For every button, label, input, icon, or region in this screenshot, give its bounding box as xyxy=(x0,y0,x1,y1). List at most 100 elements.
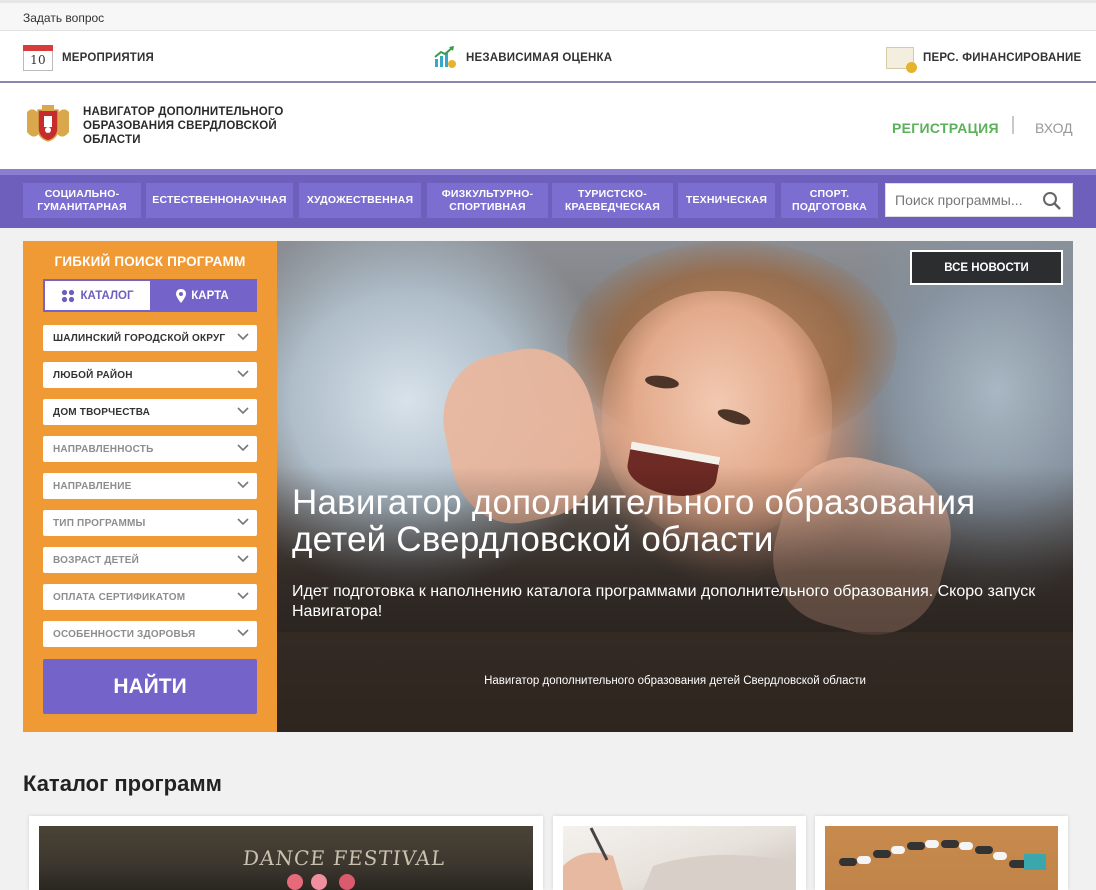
nav-item-label: ТЕХНИЧЕСКАЯ xyxy=(685,194,768,206)
site-header: НАВИГАТОР ДОПОЛНИТЕЛЬНОГО ОБРАЗОВАНИЯ СВ… xyxy=(0,84,1096,169)
select-value: ВОЗРАСТ ДЕТЕЙ xyxy=(53,554,139,566)
catalog-title: Каталог программ xyxy=(23,771,222,796)
hero-title: Навигатор дополнительного образования де… xyxy=(292,483,976,559)
nav-item-social-humanitarian[interactable]: СОЦИАЛЬНО- ГУМАНИТАРНАЯ xyxy=(23,183,141,218)
program-card-image xyxy=(563,826,796,890)
photo-figure xyxy=(925,840,939,848)
search-input[interactable] xyxy=(895,192,1045,208)
photo-figure xyxy=(873,850,891,858)
personal-funding-label: ПЕРС. ФИНАНСИРОВАНИЕ xyxy=(923,52,1082,64)
direction-select[interactable]: НАПРАВЛЕНИЕ xyxy=(43,473,257,499)
category-nav-top-strip xyxy=(0,169,1096,175)
select-value: ДОМ ТВОРЧЕСТВА xyxy=(53,406,151,418)
flexible-search-panel: ГИБКИЙ ПОИСК ПРОГРАММ КАТАЛОГ КАРТА ШАЛИ… xyxy=(23,241,277,732)
ask-question-link[interactable]: Задать вопрос xyxy=(23,11,104,25)
chart-growth-icon xyxy=(433,45,457,72)
program-card-image: DANCE FESTIVAL xyxy=(39,826,533,890)
login-link[interactable]: ВХОД xyxy=(1035,120,1073,136)
events-label: МЕРОПРИЯТИЯ xyxy=(62,52,154,64)
hero-caption: Навигатор дополнительного образования де… xyxy=(484,675,866,687)
register-link[interactable]: РЕГИСТРАЦИЯ xyxy=(892,120,999,136)
district-select[interactable]: ЛЮБОЙ РАЙОН xyxy=(43,362,257,388)
view-tabs: КАТАЛОГ КАРТА xyxy=(43,279,257,312)
photo-figure xyxy=(907,842,925,850)
nav-item-label: ТУРИСТСКО- КРАЕВЕДЧЕСКАЯ xyxy=(564,187,661,213)
certificate-payment-select[interactable]: ОПЛАТА СЕРТИФИКАТОМ xyxy=(43,584,257,610)
chevron-down-icon xyxy=(237,480,249,493)
select-value: ТИП ПРОГРАММЫ xyxy=(53,517,146,529)
auth-divider xyxy=(1012,116,1014,134)
tab-catalog-label: КАТАЛОГ xyxy=(80,289,134,302)
photo-figure xyxy=(993,852,1007,860)
program-card-image-text: DANCE FESTIVAL xyxy=(241,846,447,870)
search-icon[interactable] xyxy=(1042,191,1062,216)
site-title[interactable]: НАВИГАТОР ДОПОЛНИТЕЛЬНОГО ОБРАЗОВАНИЯ СВ… xyxy=(83,105,293,147)
services-bar: 10 МЕРОПРИЯТИЯ НЕЗАВИСИМАЯ ОЦЕНКА ПЕРС. … xyxy=(0,32,1096,83)
calendar-day: 10 xyxy=(30,53,46,67)
program-type-select[interactable]: ТИП ПРОГРАММЫ xyxy=(43,510,257,536)
hero-banner[interactable]: ВСЕ НОВОСТИ Навигатор дополнительного об… xyxy=(277,241,1073,732)
focus-select[interactable]: НАПРАВЛЕННОСТЬ xyxy=(43,436,257,462)
photo-figure xyxy=(891,846,905,854)
program-card-image xyxy=(825,826,1058,890)
certificate-icon xyxy=(886,47,917,73)
nav-item-sport-training[interactable]: СПОРТ. ПОДГОТОВКА xyxy=(781,183,878,218)
chevron-down-icon xyxy=(237,443,249,456)
all-news-button[interactable]: ВСЕ НОВОСТИ xyxy=(910,250,1063,285)
nav-item-physical-sports[interactable]: ФИЗКУЛЬТУРНО- СПОРТИВНАЯ xyxy=(427,183,548,218)
photo-figure xyxy=(941,840,959,848)
tab-map-label: КАРТА xyxy=(191,289,229,302)
events-link[interactable]: 10 МЕРОПРИЯТИЯ xyxy=(23,44,154,72)
photo-figure xyxy=(857,856,871,864)
children-age-select[interactable]: ВОЗРАСТ ДЕТЕЙ xyxy=(43,547,257,573)
nav-item-label: ХУДОЖЕСТВЕННАЯ xyxy=(306,194,414,206)
flexible-search-title: ГИБКИЙ ПОИСК ПРОГРАММ xyxy=(54,254,246,269)
chevron-down-icon xyxy=(237,591,249,604)
top-bar: Задать вопрос xyxy=(0,0,1096,31)
select-value: ЛЮБОЙ РАЙОН xyxy=(53,369,133,381)
program-card[interactable] xyxy=(553,816,806,890)
chevron-down-icon xyxy=(237,554,249,567)
program-search xyxy=(885,183,1073,217)
tab-map[interactable]: КАРТА xyxy=(150,281,255,310)
chevron-down-icon xyxy=(237,628,249,641)
nav-item-label: СПОРТ. ПОДГОТОВКА xyxy=(792,187,867,213)
map-pin-icon xyxy=(176,288,187,303)
program-card[interactable] xyxy=(815,816,1068,890)
chevron-down-icon xyxy=(237,517,249,530)
nav-item-label: СОЦИАЛЬНО- ГУМАНИТАРНАЯ xyxy=(37,187,127,213)
organization-select[interactable]: ДОМ ТВОРЧЕСТВА xyxy=(43,399,257,425)
select-value: ОПЛАТА СЕРТИФИКАТОМ xyxy=(53,591,186,603)
photo-figure xyxy=(975,846,993,854)
costume-decoration xyxy=(311,874,327,890)
calendar-icon: 10 xyxy=(23,45,53,71)
nav-item-arts[interactable]: ХУДОЖЕСТВЕННАЯ xyxy=(299,183,421,218)
chevron-down-icon xyxy=(237,406,249,419)
nav-item-tourism-local-history[interactable]: ТУРИСТСКО- КРАЕВЕДЧЕСКАЯ xyxy=(552,183,673,218)
grid-icon xyxy=(61,289,75,303)
nav-item-label: ФИЗКУЛЬТУРНО- СПОРТИВНАЯ xyxy=(441,187,534,213)
hero-description: Идет подготовка к наполнению каталога пр… xyxy=(292,583,1036,620)
nav-item-label: ЕСТЕСТВЕННОНАУЧНАЯ xyxy=(152,194,287,206)
costume-decoration xyxy=(287,874,303,890)
program-card[interactable]: DANCE FESTIVAL xyxy=(29,816,543,890)
personal-funding-link[interactable]: ПЕРС. ФИНАНСИРОВАНИЕ xyxy=(886,44,1082,73)
health-features-select[interactable]: ОСОБЕННОСТИ ЗДОРОВЬЯ xyxy=(43,621,257,647)
photo-mat xyxy=(1024,854,1046,870)
select-value: ШАЛИНСКИЙ ГОРОДСКОЙ ОКРУГ xyxy=(53,332,226,344)
independent-rating-link[interactable]: НЕЗАВИСИМАЯ ОЦЕНКА xyxy=(433,44,612,72)
photo-figure xyxy=(839,858,857,866)
municipality-select[interactable]: ШАЛИНСКИЙ ГОРОДСКОЙ ОКРУГ xyxy=(43,325,257,351)
find-button[interactable]: НАЙТИ xyxy=(43,659,257,714)
nav-item-natural-science[interactable]: ЕСТЕСТВЕННОНАУЧНАЯ xyxy=(146,183,293,218)
costume-decoration xyxy=(339,874,355,890)
select-value: ОСОБЕННОСТИ ЗДОРОВЬЯ xyxy=(53,628,196,640)
independent-rating-label: НЕЗАВИСИМАЯ ОЦЕНКА xyxy=(466,52,613,64)
tab-catalog[interactable]: КАТАЛОГ xyxy=(45,281,150,310)
photo-figure xyxy=(959,842,973,850)
chevron-down-icon xyxy=(237,369,249,382)
select-value: НАПРАВЛЕННОСТЬ xyxy=(53,443,154,455)
coat-of-arms-icon[interactable] xyxy=(23,104,73,142)
nav-item-technical[interactable]: ТЕХНИЧЕСКАЯ xyxy=(678,183,775,218)
select-value: НАПРАВЛЕНИЕ xyxy=(53,480,132,492)
